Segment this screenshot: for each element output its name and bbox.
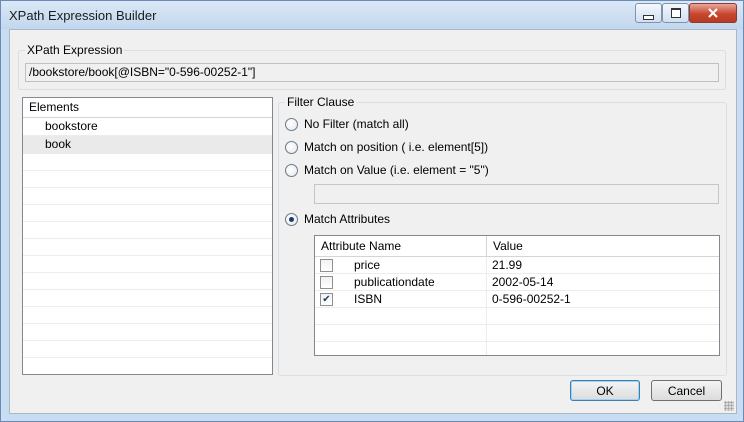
maximize-button[interactable] bbox=[662, 3, 689, 23]
attributes-table[interactable]: Attribute Name Value price 21.99 publica… bbox=[314, 235, 720, 356]
title-bar[interactable]: XPath Expression Builder bbox=[1, 1, 743, 29]
radio-label: No Filter (match all) bbox=[304, 117, 409, 131]
xpath-expression-group: XPath Expression /bookstore/book[@ISBN="… bbox=[18, 43, 726, 90]
dialog-client-area: XPath Expression /bookstore/book[@ISBN="… bbox=[9, 29, 737, 414]
resize-grip-icon[interactable] bbox=[724, 401, 734, 411]
elements-header: Elements bbox=[23, 98, 272, 118]
radio-match-attributes[interactable]: Match Attributes bbox=[285, 212, 390, 226]
list-filler bbox=[23, 273, 272, 290]
column-header-value[interactable]: Value bbox=[487, 236, 523, 256]
minimize-button[interactable] bbox=[635, 3, 662, 23]
radio-button[interactable] bbox=[285, 140, 298, 154]
list-filler bbox=[23, 222, 272, 239]
radio-label: Match on Value (i.e. element = "5") bbox=[304, 163, 489, 177]
dialog-window: XPath Expression Builder XPath Expressio… bbox=[0, 0, 744, 422]
xpath-expression-field[interactable]: /bookstore/book[@ISBN="0-596-00252-1"] bbox=[25, 63, 719, 82]
attribute-checkbox-checked[interactable]: ✔ bbox=[320, 292, 333, 306]
radio-label: Match on position ( i.e. element[5]) bbox=[304, 140, 489, 154]
radio-button[interactable] bbox=[285, 117, 298, 131]
window-title: XPath Expression Builder bbox=[9, 8, 157, 23]
column-header-attribute-name[interactable]: Attribute Name bbox=[315, 236, 487, 256]
list-filler bbox=[23, 358, 272, 374]
table-row-empty bbox=[315, 342, 719, 355]
attribute-checkbox[interactable] bbox=[320, 275, 333, 289]
table-header: Attribute Name Value bbox=[315, 236, 719, 257]
table-row-empty bbox=[315, 325, 719, 342]
match-value-input[interactable] bbox=[314, 184, 719, 204]
list-filler bbox=[23, 171, 272, 188]
attribute-value-cell[interactable]: 0-596-00252-1 bbox=[487, 291, 571, 307]
attribute-name-cell: price bbox=[354, 258, 381, 272]
list-filler bbox=[23, 154, 272, 171]
table-row[interactable]: publicationdate 2002-05-14 bbox=[315, 274, 719, 291]
list-filler bbox=[23, 307, 272, 324]
radio-match-value[interactable]: Match on Value (i.e. element = "5") bbox=[285, 163, 489, 177]
attribute-checkbox[interactable] bbox=[320, 258, 333, 272]
radio-label: Match Attributes bbox=[304, 212, 391, 226]
radio-button[interactable] bbox=[285, 163, 298, 177]
table-row-empty bbox=[315, 308, 719, 325]
maximize-icon bbox=[670, 8, 681, 18]
attribute-name-cell: publicationdate bbox=[354, 275, 435, 289]
list-filler bbox=[23, 324, 272, 341]
table-row[interactable]: price 21.99 bbox=[315, 257, 719, 274]
list-filler bbox=[23, 290, 272, 307]
attribute-value-cell[interactable]: 21.99 bbox=[487, 257, 522, 273]
list-filler bbox=[23, 239, 272, 256]
filter-clause-label: Filter Clause bbox=[285, 95, 357, 109]
list-filler bbox=[23, 188, 272, 205]
close-icon bbox=[708, 8, 718, 18]
list-filler bbox=[23, 205, 272, 222]
radio-button[interactable] bbox=[285, 212, 298, 226]
ok-button[interactable]: OK bbox=[570, 380, 640, 401]
radio-no-filter[interactable]: No Filter (match all) bbox=[285, 117, 409, 131]
elements-list[interactable]: Elements bookstore book bbox=[22, 97, 273, 375]
minimize-icon bbox=[643, 14, 654, 20]
attribute-value-cell[interactable]: 2002-05-14 bbox=[487, 274, 553, 290]
list-item-book[interactable]: book bbox=[23, 136, 272, 154]
radio-match-position[interactable]: Match on position ( i.e. element[5]) bbox=[285, 140, 488, 154]
table-row[interactable]: ✔ ISBN 0-596-00252-1 bbox=[315, 291, 719, 308]
close-button[interactable] bbox=[689, 3, 737, 23]
list-item-bookstore[interactable]: bookstore bbox=[23, 118, 272, 136]
attribute-name-cell: ISBN bbox=[354, 292, 383, 306]
list-filler bbox=[23, 341, 272, 358]
radio-selected-dot bbox=[289, 216, 294, 222]
xpath-expression-label: XPath Expression bbox=[25, 43, 125, 57]
list-filler bbox=[23, 256, 272, 273]
cancel-button[interactable]: Cancel bbox=[651, 380, 722, 401]
